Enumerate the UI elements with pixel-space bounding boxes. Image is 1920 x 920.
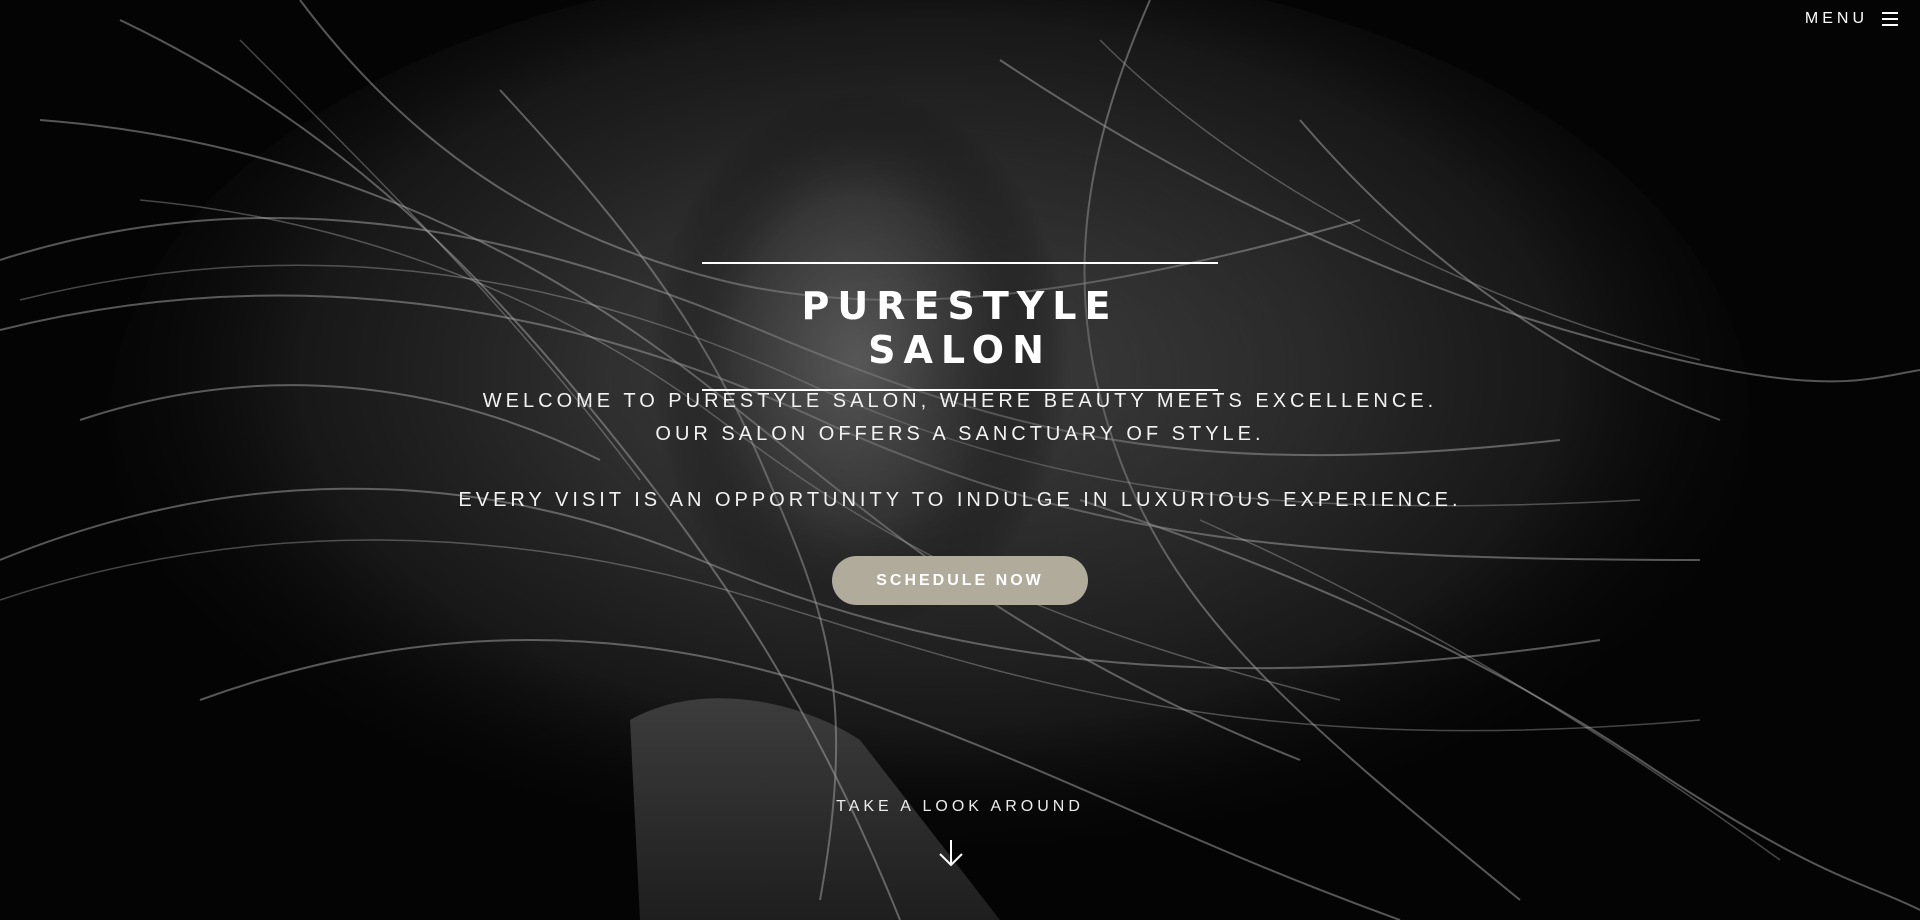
menu-button[interactable]: MENU <box>1805 10 1898 28</box>
page-title: PURESTYLE SALON <box>801 284 1119 372</box>
menu-label: MENU <box>1804 10 1868 27</box>
hero-section: MENU PURESTYLE SALON WELCOME TO PURESTYL… <box>0 0 1920 920</box>
intro-line-2: OUR SALON OFFERS A SANCTUARY OF STYLE. <box>655 423 1265 445</box>
hamburger-icon <box>1882 12 1898 26</box>
title-block: PURESTYLE SALON <box>702 262 1218 391</box>
intro-text: WELCOME TO PURESTYLE SALON, WHERE BEAUTY… <box>360 385 1560 517</box>
take-a-look-around-link[interactable]: TAKE A LOOK AROUND <box>760 798 1160 816</box>
arrow-down-icon[interactable] <box>936 838 966 868</box>
intro-line-1: WELCOME TO PURESTYLE SALON, WHERE BEAUTY… <box>482 390 1438 412</box>
schedule-now-button[interactable]: SCHEDULE NOW <box>832 556 1088 605</box>
intro-line-3: EVERY VISIT IS AN OPPORTUNITY TO INDULGE… <box>458 489 1462 511</box>
schedule-now-label: SCHEDULE NOW <box>876 571 1044 589</box>
